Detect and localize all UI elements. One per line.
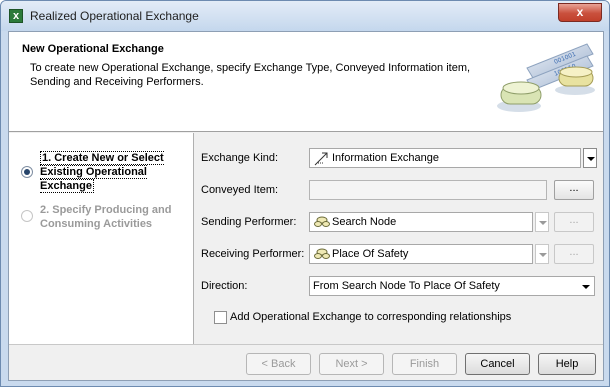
direction-label: Direction: <box>201 280 248 292</box>
window-title: Realized Operational Exchange <box>30 9 199 23</box>
receiving-performer-value: Place Of Safety <box>332 248 409 260</box>
step-2-radio <box>21 210 33 222</box>
add-relationships-checkbox[interactable] <box>214 311 227 324</box>
conveyed-item-field[interactable] <box>309 180 547 200</box>
step-1-radio[interactable] <box>21 166 33 178</box>
sending-performer-select[interactable]: Search Node <box>309 212 533 232</box>
exchange-kind-value: Information Exchange <box>332 152 440 164</box>
x-app-icon: x <box>9 9 23 23</box>
database-exchange-icon: 001001 100110 <box>497 43 595 112</box>
footer-divider <box>9 344 603 345</box>
finish-button: Finish <box>392 353 457 375</box>
back-button: < Back <box>246 353 311 375</box>
receiving-performer-select[interactable]: Place Of Safety <box>309 244 533 264</box>
receiving-performer-dropdown-button <box>535 244 549 264</box>
node-icon <box>314 248 330 259</box>
wizard-header: New Operational Exchange To create new O… <box>9 32 603 132</box>
cancel-button[interactable]: Cancel <box>465 353 530 375</box>
sending-performer-browse-button: ... <box>554 212 594 232</box>
chevron-down-icon <box>582 285 590 289</box>
information-exchange-icon <box>314 152 328 166</box>
conveyed-item-label: Conveyed Item: <box>201 184 279 196</box>
sending-performer-value: Search Node <box>332 216 397 228</box>
exchange-kind-label: Exchange Kind: <box>201 152 279 164</box>
next-button: Next > <box>319 353 384 375</box>
header-title: New Operational Exchange <box>22 43 164 55</box>
title-bar: x Realized Operational Exchange x <box>1 1 609 31</box>
exchange-kind-dropdown-button[interactable] <box>583 148 597 168</box>
exchange-form: Exchange Kind: Information Exchange Conv… <box>201 133 603 344</box>
exchange-kind-select[interactable]: Information Exchange <box>309 148 581 168</box>
step-2-label: 2. Specify Producing and Consuming Activ… <box>40 204 172 230</box>
conveyed-item-browse-button[interactable]: ... <box>554 180 594 200</box>
node-icon <box>314 216 330 227</box>
step-1-label: 1. Create New or Select Existing Operati… <box>40 151 164 193</box>
direction-select[interactable]: From Search Node To Place Of Safety <box>309 276 595 296</box>
receiving-performer-browse-button: ... <box>554 244 594 264</box>
add-relationships-label: Add Operational Exchange to correspondin… <box>230 311 512 323</box>
dialog-window: x Realized Operational Exchange x New Op… <box>0 0 610 387</box>
sending-performer-dropdown-button <box>535 212 549 232</box>
help-button[interactable]: Help <box>538 353 596 375</box>
dialog-client-area: New Operational Exchange To create new O… <box>8 31 604 381</box>
close-button[interactable]: x <box>558 3 602 22</box>
header-description: To create new Operational Exchange, spec… <box>30 62 471 88</box>
receiving-performer-label: Receiving Performer: <box>201 248 305 260</box>
steps-panel: 1. Create New or Select Existing Operati… <box>9 133 194 344</box>
direction-value: From Search Node To Place Of Safety <box>313 280 500 292</box>
sending-performer-label: Sending Performer: <box>201 216 297 228</box>
